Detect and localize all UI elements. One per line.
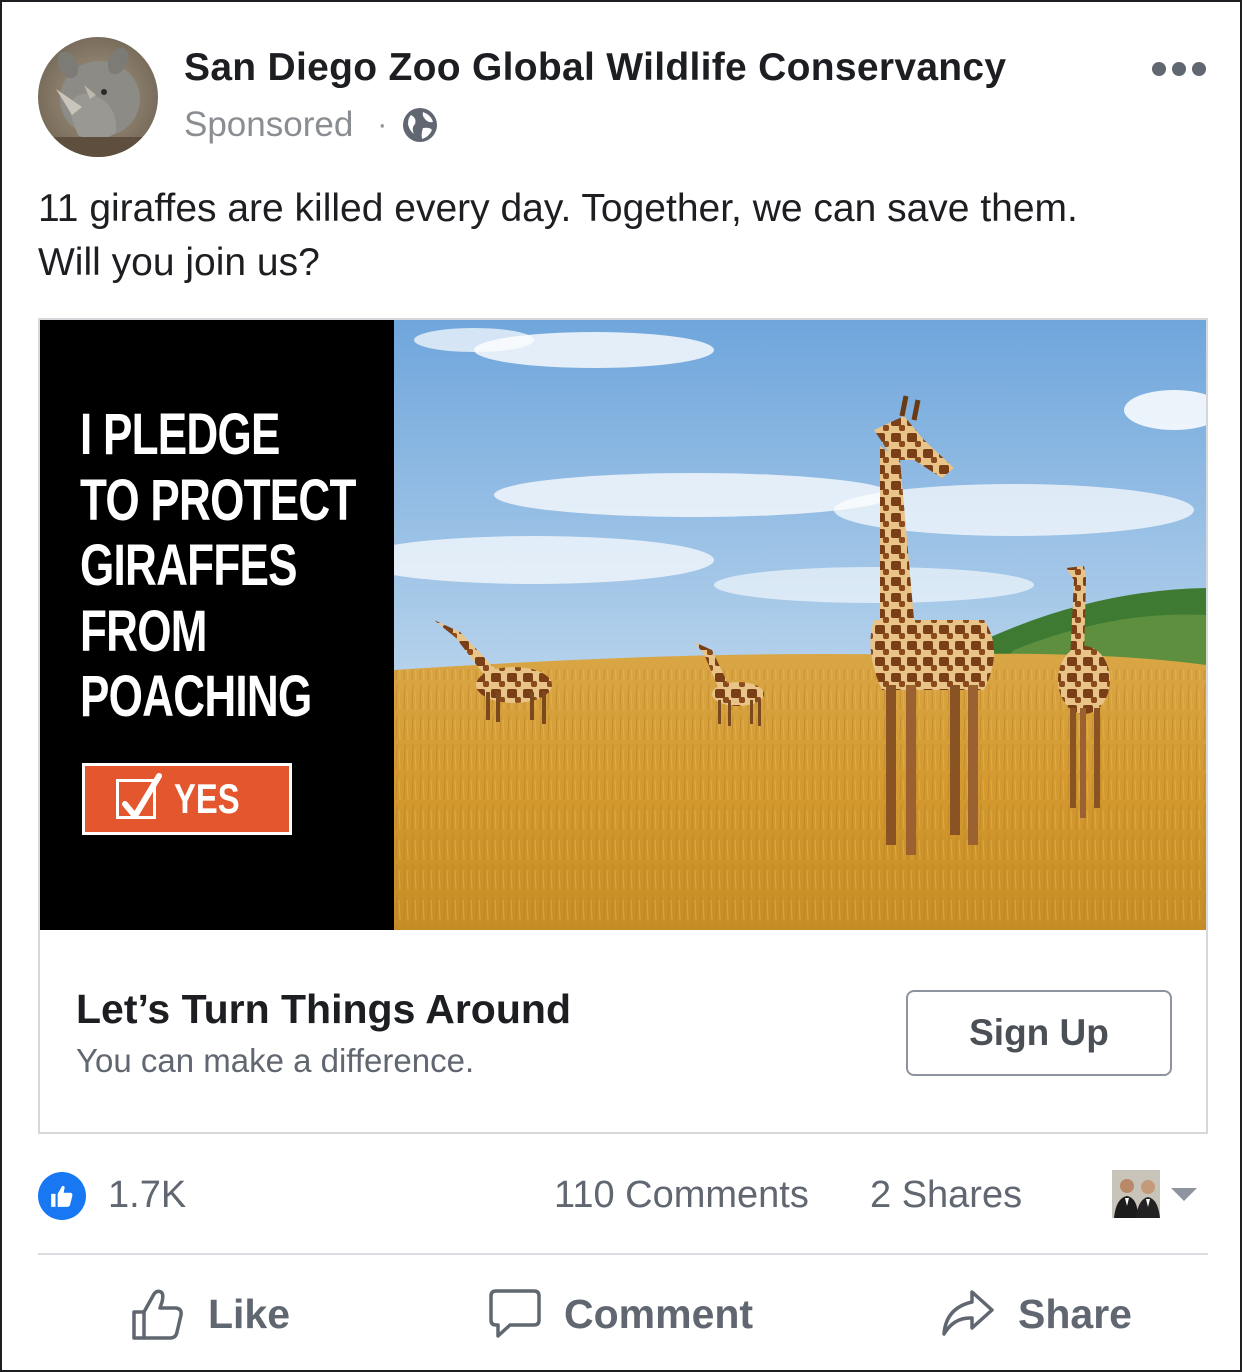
- ad-link-footer[interactable]: Let’s Turn Things Around You can make a …: [40, 930, 1206, 1132]
- ad-description: You can make a difference.: [76, 1042, 475, 1079]
- pledge-text: I PLEDGE TO PROTECT GIRAFFES FROM POACHI…: [80, 402, 356, 730]
- ad-attachment[interactable]: I PLEDGE TO PROTECT GIRAFFES FROM POACHI…: [38, 318, 1208, 1134]
- comment-button[interactable]: Comment: [488, 1274, 753, 1354]
- post-message-line-1: 11 giraffes are killed every day. Togeth…: [38, 187, 1078, 230]
- checkbox-icon: [115, 773, 162, 819]
- ad-headline[interactable]: Let’s Turn Things Around: [76, 986, 571, 1033]
- page-name-link[interactable]: San Diego Zoo Global Wildlife Conservanc…: [184, 46, 1006, 90]
- post-meta: Sponsored ·: [184, 105, 439, 145]
- comments-count[interactable]: 110 Comments: [554, 1174, 809, 1217]
- chevron-down-icon[interactable]: [1171, 1188, 1197, 1201]
- shares-count[interactable]: 2 Shares: [870, 1174, 1022, 1217]
- meta-separator: ·: [377, 108, 388, 141]
- share-label: Share: [1018, 1290, 1132, 1337]
- post-message-line-2: Will you join us?: [38, 241, 320, 284]
- pledge-line: FROM: [80, 598, 207, 664]
- viewer-avatar[interactable]: [1112, 1170, 1160, 1218]
- pledge-line: TO PROTECT: [80, 467, 356, 533]
- giraffes-savanna-photo: [354, 320, 1206, 930]
- sponsored-label[interactable]: Sponsored: [184, 105, 353, 145]
- pledge-line: GIRAFFES: [80, 533, 298, 598]
- yes-pledge-graphic: YES: [82, 763, 292, 835]
- page-avatar-rhino[interactable]: [38, 37, 158, 157]
- comment-label: Comment: [564, 1290, 754, 1337]
- more-options-icon[interactable]: [1152, 62, 1206, 76]
- like-icon: [130, 1286, 186, 1342]
- divider: [38, 1253, 1208, 1255]
- thumbs-up-icon[interactable]: [38, 1172, 86, 1220]
- comment-icon: [488, 1287, 542, 1341]
- sign-up-button[interactable]: Sign Up: [906, 990, 1172, 1076]
- globe-icon: [401, 106, 439, 144]
- reaction-count[interactable]: 1.7K: [108, 1174, 186, 1217]
- post-action-bar: Like Comment Share: [2, 1274, 1242, 1354]
- pledge-line: I PLEDGE: [80, 402, 280, 467]
- like-label: Like: [208, 1290, 291, 1337]
- yes-label: YES: [173, 775, 240, 822]
- pledge-line: POACHING: [80, 664, 312, 729]
- share-button[interactable]: Share: [940, 1274, 1132, 1354]
- sponsored-post-card: San Diego Zoo Global Wildlife Conservanc…: [0, 0, 1242, 1372]
- engagement-stats: 1.7K 110 Comments 2 Shares: [38, 1168, 1208, 1224]
- share-icon: [940, 1286, 996, 1342]
- post-message: 11 giraffes are killed every day. Togeth…: [38, 182, 1208, 290]
- pledge-panel: I PLEDGE TO PROTECT GIRAFFES FROM POACHI…: [40, 320, 394, 930]
- ad-image[interactable]: I PLEDGE TO PROTECT GIRAFFES FROM POACHI…: [40, 320, 1206, 930]
- like-button[interactable]: Like: [130, 1274, 290, 1354]
